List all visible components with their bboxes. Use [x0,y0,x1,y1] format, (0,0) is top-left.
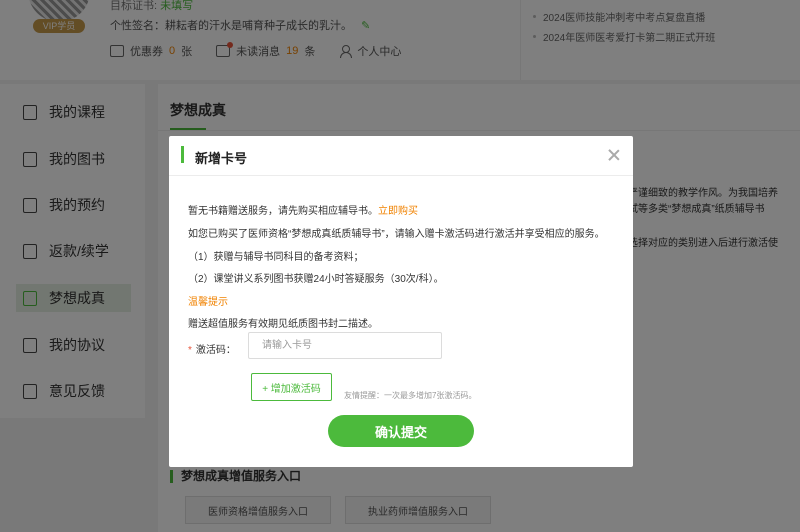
required-star: * [188,345,192,356]
benefit-item: （1）获赠与辅导书同科目的备考资料； [188,252,364,263]
tip-title: 温馨提示 [188,297,228,308]
instruction-text: 如您已购买了医师资格“梦想成真纸质辅导书”，请输入赠卡激活码进行激活并享受相应的… [188,229,605,240]
modal-title: 新增卡号 [195,151,248,166]
add-card-modal: 新增卡号 暂无书籍赠送服务，请先购买相应辅导书。立即购买 如您已购买了医师资格“… [169,136,633,467]
buy-now-link[interactable]: 立即购买 [378,206,418,217]
confirm-submit-button[interactable]: 确认提交 [328,415,474,447]
modal-header: 新增卡号 [169,136,633,176]
title-accent-bar [181,146,184,163]
activation-code-input[interactable] [248,332,442,359]
add-code-hint: 友情提醒：一次最多增加7张激活码。 [344,391,477,400]
benefit-item: （2）课堂讲义系列图书获赠24小时答疑服务（30次/科）。 [188,274,444,285]
tip-text: 赠送超值服务有效期见纸质图书封二描述。 [188,319,378,330]
no-book-notice: 暂无书籍赠送服务，请先购买相应辅导书。立即购买 [188,202,418,217]
code-label-text: 激活码： [195,345,236,356]
close-icon[interactable] [607,148,621,162]
no-book-text: 暂无书籍赠送服务，请先购买相应辅导书。 [188,206,378,217]
code-label: * 激活码： [188,341,236,356]
add-code-button[interactable]: + 增加激活码 [251,373,332,401]
